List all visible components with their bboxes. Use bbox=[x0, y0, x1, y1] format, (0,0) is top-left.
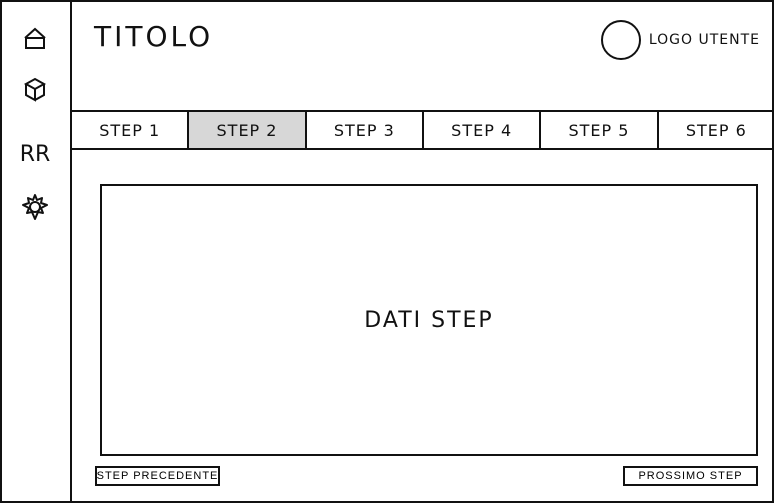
tab-step-6[interactable]: STEP 6 bbox=[659, 112, 774, 148]
user-area[interactable]: LOGO UTENTE bbox=[600, 20, 760, 60]
content-label: DATI STEP bbox=[364, 307, 494, 333]
tab-step-5[interactable]: STEP 5 bbox=[541, 112, 659, 148]
tab-step-3[interactable]: STEP 3 bbox=[307, 112, 424, 148]
step-content-panel: DATI STEP bbox=[100, 184, 758, 456]
tab-step-1[interactable]: STEP 1 bbox=[72, 112, 190, 148]
users-label: RR bbox=[19, 142, 51, 167]
next-step-button[interactable]: PROSSIMO STEP bbox=[623, 466, 758, 486]
box-icon[interactable] bbox=[18, 70, 52, 104]
gear-icon[interactable] bbox=[18, 190, 52, 224]
previous-step-button[interactable]: STEP PRECEDENTE bbox=[95, 466, 220, 486]
home-icon[interactable] bbox=[18, 22, 52, 56]
sidebar: RR bbox=[0, 0, 72, 503]
tab-step-2[interactable]: STEP 2 bbox=[189, 112, 307, 148]
tab-step-4[interactable]: STEP 4 bbox=[424, 112, 542, 148]
header: TITOLO LOGO UTENTE bbox=[72, 0, 774, 110]
page-title: TITOLO bbox=[94, 20, 214, 53]
user-label: LOGO UTENTE bbox=[648, 32, 760, 48]
user-logo-icon[interactable] bbox=[600, 20, 641, 60]
step-tabs: STEP 1 STEP 2 STEP 3 STEP 4 STEP 5 STEP … bbox=[72, 110, 774, 150]
users-icon[interactable]: RR bbox=[18, 138, 52, 172]
